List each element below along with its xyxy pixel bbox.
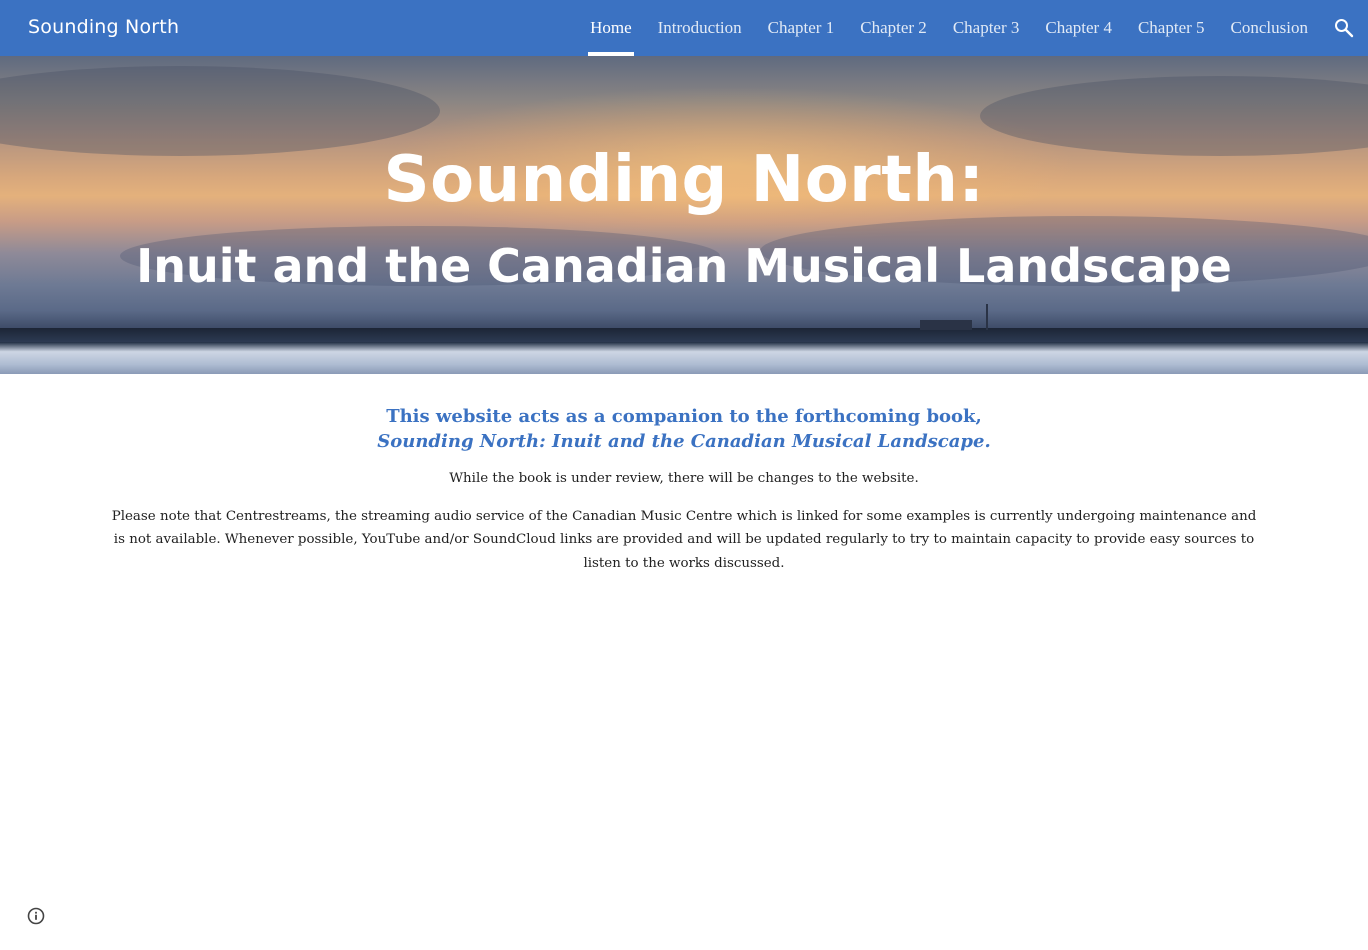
nav-item-chapter-1[interactable]: Chapter 1 bbox=[768, 0, 835, 56]
lead-line: This website acts as a companion to the … bbox=[386, 406, 982, 427]
main-nav: Home Introduction Chapter 1 Chapter 2 Ch… bbox=[588, 0, 1308, 56]
horizon-shoreline bbox=[0, 328, 1368, 342]
book-title: Sounding North: Inuit and the Canadian M… bbox=[377, 431, 991, 452]
nav-item-home[interactable]: Home bbox=[588, 0, 634, 56]
main-content: This website acts as a companion to the … bbox=[110, 404, 1258, 575]
site-title[interactable]: Sounding North bbox=[28, 16, 179, 38]
nav-item-chapter-2[interactable]: Chapter 2 bbox=[860, 0, 927, 56]
nav-item-chapter-5[interactable]: Chapter 5 bbox=[1138, 0, 1205, 56]
nav-item-introduction[interactable]: Introduction bbox=[658, 0, 742, 56]
site-header: Sounding North Home Introduction Chapter… bbox=[0, 0, 1368, 56]
lead-statement: This website acts as a companion to the … bbox=[110, 404, 1258, 454]
distant-pole bbox=[986, 304, 988, 330]
cloud-shape bbox=[0, 66, 440, 156]
nav-item-chapter-3[interactable]: Chapter 3 bbox=[953, 0, 1020, 56]
nav-item-conclusion[interactable]: Conclusion bbox=[1231, 0, 1308, 56]
centrestreams-notice: Please note that Centrestreams, the stre… bbox=[111, 508, 1257, 571]
search-icon[interactable] bbox=[1332, 16, 1356, 40]
nav-item-chapter-4[interactable]: Chapter 4 bbox=[1045, 0, 1112, 56]
distant-building bbox=[920, 320, 972, 330]
review-notice: While the book is under review, there wi… bbox=[449, 471, 919, 486]
hero-banner: Sounding North: Inuit and the Canadian M… bbox=[0, 56, 1368, 374]
hero-title: Sounding North: bbox=[383, 143, 985, 217]
info-icon[interactable] bbox=[26, 906, 46, 926]
hero-subtitle: Inuit and the Canadian Musical Landscape bbox=[136, 239, 1232, 293]
